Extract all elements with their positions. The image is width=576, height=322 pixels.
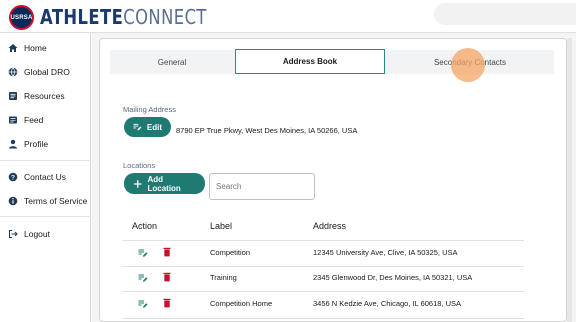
sidebar-item-terms[interactable]: Terms of Service	[8, 193, 87, 209]
tab-general[interactable]: General	[110, 50, 234, 74]
sidebar-item-label: Feed	[24, 115, 44, 125]
add-location-label: Add Location	[147, 174, 181, 193]
sidebar-item-feed[interactable]: Feed	[8, 112, 43, 128]
table-divider	[122, 291, 524, 292]
sidebar-item-label: Terms of Service	[24, 196, 88, 206]
sidebar-item-label: Logout	[24, 229, 50, 239]
address-book-panel: General Address Book Secondary Contacts …	[99, 38, 567, 322]
resources-icon	[9, 92, 17, 100]
help-icon: ?	[8, 172, 18, 182]
mailing-address-text: 8790 EP True Pkwy, West Des Moines, IA 5…	[176, 126, 358, 135]
edit-list-icon[interactable]	[138, 299, 148, 309]
logout-icon	[9, 230, 18, 238]
location-search-input[interactable]	[209, 173, 315, 200]
brand-connect: CONNECT	[123, 5, 207, 29]
locations-label: Locations	[123, 161, 156, 170]
edit-label: Edit	[146, 122, 162, 132]
sidebar-item-logout[interactable]: Logout	[8, 226, 50, 242]
edit-list-icon[interactable]	[138, 273, 148, 283]
sidebar-divider	[0, 216, 91, 217]
edit-list-icon[interactable]	[138, 248, 148, 258]
click-highlight	[451, 48, 485, 82]
tab-bar: General Address Book Secondary Contacts	[110, 49, 554, 74]
mailing-address-label: Mailing Address	[123, 105, 176, 114]
row-label: Training	[210, 273, 237, 282]
trash-icon[interactable]	[162, 247, 172, 257]
row-address: 3456 N Kedzie Ave, Chicago, IL 60618, US…	[313, 299, 462, 308]
edit-mailing-button[interactable]: Edit	[124, 117, 171, 137]
tab-label: Address Book	[282, 57, 338, 66]
trash-icon[interactable]	[162, 298, 172, 308]
top-search-field[interactable]	[434, 3, 576, 25]
scrollbar[interactable]	[567, 38, 572, 322]
row-address: 2345 Glenwood Dr, Des Moines, IA 50321, …	[313, 273, 473, 282]
globe-icon	[8, 67, 18, 77]
app-brand: ATHLETECONNECT	[40, 5, 207, 29]
sidebar-item-label: Global DRO	[24, 67, 70, 77]
table-divider	[122, 318, 524, 319]
sidebar-item-label: Profile	[24, 139, 49, 149]
sidebar-item-resources[interactable]: Resources	[8, 88, 65, 104]
column-header-address: Address	[313, 221, 347, 231]
table-divider	[122, 240, 524, 241]
brand-athlete: ATHLETE	[40, 5, 124, 29]
sidebar-item-label: Resources	[24, 91, 65, 101]
sidebar-item-label: Contact Us	[24, 172, 67, 182]
trash-icon[interactable]	[162, 272, 172, 282]
row-label: Competition Home	[210, 299, 273, 308]
row-label: Competition	[210, 248, 251, 257]
sidebar: Home Global DRO Resources Feed Profile ?…	[0, 33, 91, 322]
row-address: 12345 University Ave, Clive, IA 50325, U…	[313, 248, 458, 257]
sidebar-item-global-dro[interactable]: Global DRO	[8, 64, 70, 80]
table-divider	[122, 266, 524, 267]
person-icon	[9, 139, 17, 149]
usrsa-logo[interactable]: USRSA	[9, 5, 34, 30]
sidebar-item-home[interactable]: Home	[8, 40, 47, 56]
tab-address-book[interactable]: Address Book	[235, 49, 385, 74]
sidebar-item-label: Home	[24, 43, 47, 53]
info-icon	[8, 196, 18, 206]
feed-icon	[9, 116, 17, 124]
tab-label: General	[157, 57, 187, 67]
home-icon	[8, 44, 18, 52]
add-location-button[interactable]: Add Location	[124, 173, 205, 194]
plus-icon	[133, 179, 142, 188]
column-header-action: Action	[132, 221, 158, 231]
svg-text:?: ?	[11, 174, 15, 181]
sidebar-item-profile[interactable]: Profile	[8, 136, 48, 152]
sidebar-item-contact-us[interactable]: ? Contact Us	[8, 169, 66, 185]
top-bar: USRSA ATHLETECONNECT	[0, 0, 576, 33]
logo-text: USRSA	[10, 14, 33, 21]
column-header-label: Label	[210, 221, 233, 231]
sidebar-divider	[0, 160, 91, 161]
edit-list-icon	[133, 123, 142, 131]
